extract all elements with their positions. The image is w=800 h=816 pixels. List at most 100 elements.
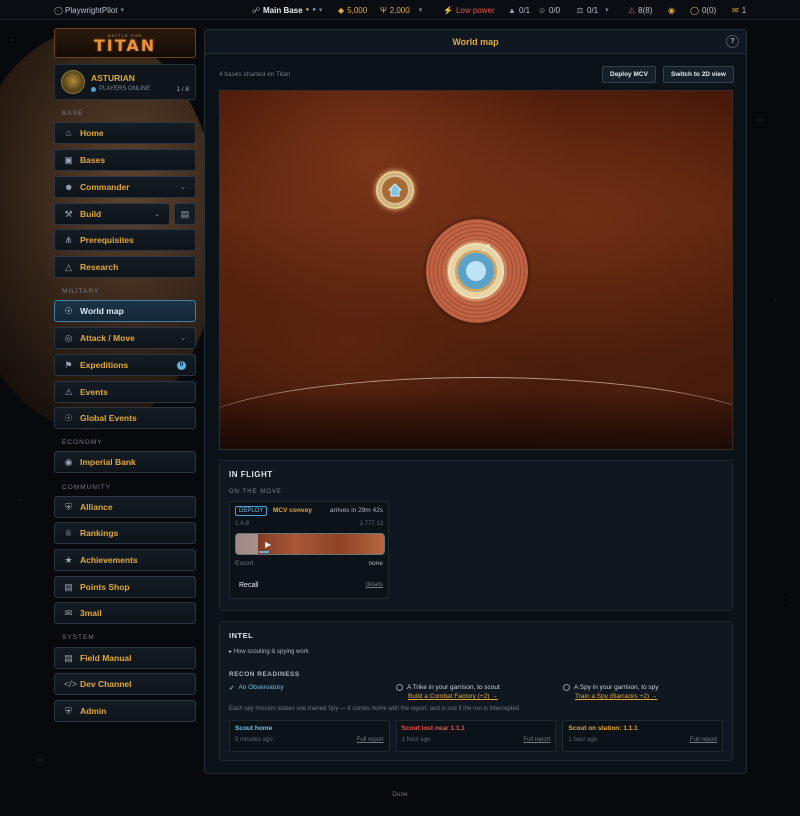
help-button[interactable]: ?	[726, 35, 739, 48]
full-report-link[interactable]: Full report	[690, 737, 717, 743]
how-scouting-toggle[interactable]: ▸ How scouting & spying work	[229, 648, 309, 655]
sidebar-item-research[interactable]: △ Research	[54, 256, 196, 278]
train-spy-link[interactable]: Train a Spy (Barracks +2) →	[575, 693, 657, 700]
in-flight-title: IN FLIGHT	[229, 470, 273, 479]
report-title: Scout on station: 1.1.1	[568, 725, 638, 732]
sidebar-item-commander[interactable]: ☻ Commander ⌄	[54, 176, 196, 198]
expeditions-count-badge: 0	[177, 360, 186, 370]
details-link[interactable]: details	[366, 582, 383, 588]
sidebar-item-imperial-bank[interactable]: ◉ Imperial Bank	[54, 451, 196, 473]
sidebar-item-label: Events	[80, 387, 108, 397]
code-icon: </>	[64, 679, 78, 689]
movement-progress-track: ▶	[235, 533, 385, 555]
shield-icon: ⛨	[65, 705, 72, 716]
mail-icon: ✉	[64, 607, 73, 618]
shield-icon: ⛨	[65, 501, 72, 512]
coin-icon: ◉	[64, 456, 73, 467]
sidebar-item-field-manual[interactable]: ▤ Field Manual	[54, 647, 196, 669]
sidebar-item-label: Points Shop	[80, 582, 130, 592]
units-icon: ▲	[508, 5, 516, 15]
alerts-counter[interactable]: ⚠ 8(8)	[628, 0, 652, 20]
avatar	[61, 70, 85, 94]
person-icon: ☻	[64, 182, 74, 192]
shield-counter[interactable]: ◯ 0(0)	[690, 0, 716, 20]
mail-counter[interactable]: ✉ 1	[732, 0, 746, 20]
chevron-down-icon: ▾	[120, 7, 124, 14]
deploy-mcv-button[interactable]: Deploy MCV	[602, 66, 656, 83]
full-report-link[interactable]: Full report	[357, 737, 384, 743]
home-base-marker[interactable]	[376, 171, 414, 209]
sidebar-item-build[interactable]: ⚒ Build ⌄	[54, 203, 170, 225]
play-icon: ▶	[265, 540, 272, 549]
sidebar-item-points-shop[interactable]: ▤ Points Shop	[54, 576, 196, 598]
player-name: ASTURIAN	[91, 73, 135, 83]
panel-title: World map	[452, 36, 499, 47]
how-scouting-label: How scouting & spying work	[233, 649, 309, 655]
full-report-link[interactable]: Full report	[523, 737, 550, 743]
sidebar-item-prerequisites[interactable]: ⋔ Prerequisites	[54, 229, 196, 251]
sidebar-item-home[interactable]: ⌂ Home	[54, 122, 196, 144]
sidebar-item-label: World map	[80, 306, 124, 316]
chevron-down-icon[interactable]: ▾	[419, 6, 423, 14]
sidebar-item-mail[interactable]: ✉ 3mail	[54, 602, 196, 624]
globe-button[interactable]: ◉	[668, 0, 675, 20]
sidebar-item-admin[interactable]: ⛨ Admin	[54, 700, 196, 722]
stat-units-value: 0/1	[519, 5, 531, 15]
requirement-label: A Spy in your garrison, to spy	[574, 684, 659, 691]
switch-2d-view-button[interactable]: Switch to 2D view	[663, 66, 734, 83]
empty-circle-icon	[396, 684, 403, 691]
game-logo[interactable]: BATTLE FOR TITAN	[54, 28, 196, 58]
user-name: PlaywrightPilot	[65, 5, 118, 15]
stat-units: ▲ 0/1	[508, 0, 530, 20]
tree-icon: ⋔	[64, 234, 73, 245]
book-icon: ▤	[64, 652, 73, 663]
vehicle-icon: ⚖	[576, 5, 584, 15]
report-title: Scout lost near 1.1.1	[401, 725, 465, 732]
chevron-down-icon: ⌄	[180, 335, 186, 342]
deploy-tag: DEPLOY	[235, 506, 268, 516]
sidebar-item-bases[interactable]: ▣ Bases	[54, 149, 196, 171]
sidebar-item-achievements[interactable]: ★ Achievements	[54, 549, 196, 571]
chevron-down-icon: ▾	[318, 7, 323, 14]
globe-icon: ☉	[64, 412, 73, 423]
sidebar-item-events[interactable]: ⚠ Events	[54, 381, 196, 403]
players-online-label: PLAYERS ONLINE	[99, 86, 151, 92]
sidebar-item-rankings[interactable]: ♕ Rankings	[54, 522, 196, 544]
sidebar-item-attack-move[interactable]: ◎ Attack / Move ⌄	[54, 327, 196, 349]
power-label: Low power	[455, 5, 495, 15]
requirement-trike: A Trike in your garrison, to scout	[396, 684, 500, 691]
hammer-icon: ⚒	[64, 208, 73, 219]
base-selector[interactable]: ☍ Main Base ● ● ▾	[252, 0, 322, 20]
section-label-community: COMMUNITY	[62, 484, 112, 491]
shop-icon: ▤	[64, 581, 73, 592]
top-bar: ◯ PlaywrightPilot ▾ ☍ Main Base ● ● ▾ ◆ …	[0, 0, 800, 20]
sidebar-item-dev-channel[interactable]: </> Dev Channel	[54, 673, 196, 695]
sidebar-item-alliance[interactable]: ⛨ Alliance	[54, 496, 196, 518]
players-online: PLAYERS ONLINE	[91, 86, 150, 92]
home-icon	[382, 177, 408, 203]
report-time: 5 minutes ago	[235, 737, 273, 743]
empty-circle-icon	[563, 684, 570, 691]
status-dot-icon: ●	[312, 7, 316, 13]
build-queue-button[interactable]: ▤	[174, 203, 196, 225]
titan-map-view[interactable]: ↑	[219, 90, 733, 450]
user-menu[interactable]: ◯ PlaywrightPilot ▾	[54, 0, 124, 20]
spy-mission-note: Each spy mission stakes one trained Spy …	[229, 706, 520, 712]
footer-text: Dune	[392, 791, 408, 798]
sidebar-item-global-events[interactable]: ☉ Global Events	[54, 407, 196, 429]
requirement-spy: A Spy in your garrison, to spy	[563, 684, 659, 691]
folder-icon: ▤	[180, 208, 190, 219]
check-icon: ✓	[229, 685, 235, 692]
movement-progress-fill	[236, 534, 259, 554]
report-item: Scout lost near 1.1.1 1 hour ago Full re…	[395, 720, 557, 752]
sidebar-item-expeditions[interactable]: ⚑ Expeditions 0	[54, 354, 196, 376]
player-profile[interactable]: ASTURIAN PLAYERS ONLINE 1 / 8	[54, 64, 196, 100]
chevron-down-icon[interactable]: ▾	[605, 6, 609, 14]
stat-crew-value: 0/0	[549, 5, 561, 15]
sidebar-item-world-map[interactable]: ☉ World map	[54, 300, 196, 322]
recall-button[interactable]: Recall	[235, 580, 262, 591]
stat-vehicles-value: 0/1	[587, 5, 599, 15]
build-combat-factory-link[interactable]: Build a Combat Factory (+2) →	[408, 693, 498, 700]
home-icon: ⌂	[65, 128, 72, 138]
chevron-down-icon: ⌄	[180, 184, 186, 191]
